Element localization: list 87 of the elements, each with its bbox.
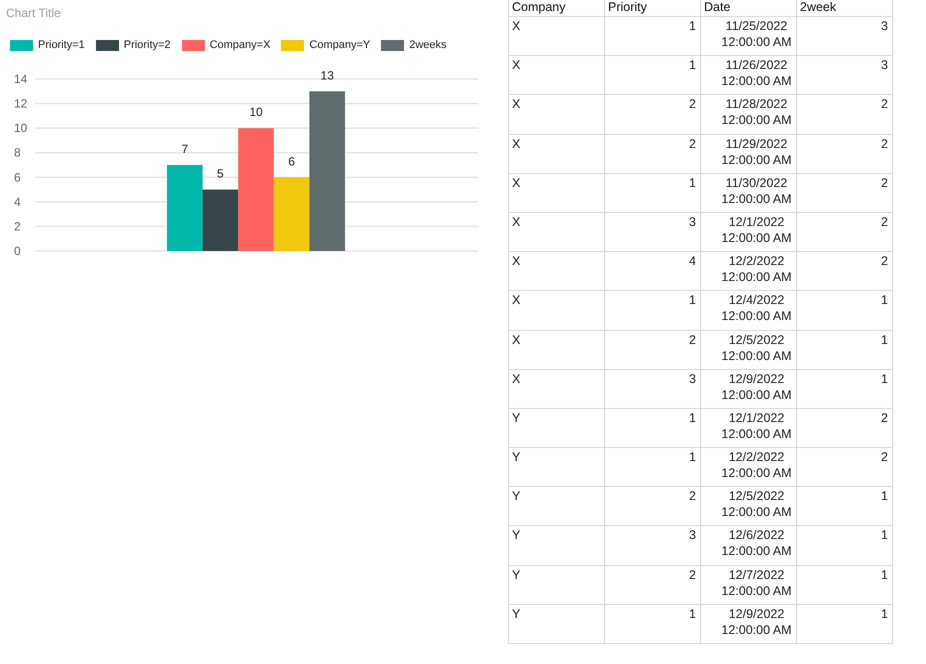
table-cell: X (509, 174, 605, 213)
table-cell: 12/1/2022 12:00:00 AM (701, 408, 797, 448)
table-cell: Y (509, 408, 605, 448)
table-cell: 3 (797, 56, 893, 96)
table-cell: 2 (797, 448, 893, 488)
table-cell: 2 (605, 566, 701, 605)
table-cell: 1 (605, 604, 701, 644)
column-header: Date (701, 0, 797, 17)
table-cell: X (509, 291, 605, 330)
table-cell: 11/25/2022 12:00:00 AM (701, 17, 797, 56)
table-cell: 2 (605, 330, 701, 370)
table-cell: 11/28/2022 12:00:00 AM (701, 95, 797, 135)
axis-tick-label: 4 (14, 194, 21, 209)
table-cell: 1 (797, 604, 893, 644)
table-cell: 1 (605, 17, 701, 56)
table-cell: 3 (605, 370, 701, 409)
legend-label: 2weeks (409, 39, 447, 51)
table-cell: Y (509, 566, 605, 605)
table-cell: 1 (605, 408, 701, 448)
table-cell: X (509, 17, 605, 56)
legend-label: Priority=2 (124, 39, 171, 51)
table-cell: X (509, 330, 605, 370)
table-cell: 2 (797, 252, 893, 292)
column-header: Priority (605, 0, 701, 17)
table-cell: 1 (797, 566, 893, 605)
data-label: 5 (217, 166, 224, 181)
table-cell: Y (509, 604, 605, 644)
axis-tick-label: 8 (14, 146, 21, 160)
table-cell: 1 (797, 291, 893, 330)
table-cell: 2 (797, 212, 893, 252)
table-cell: X (509, 134, 605, 174)
legend-label: Company=Y (309, 39, 370, 51)
table-cell: 1 (605, 56, 701, 96)
table-cell: X (509, 212, 605, 252)
table-cell: Y (509, 448, 605, 488)
table-cell: 12/5/2022 12:00:00 AM (701, 330, 797, 370)
column-header: 2week (797, 0, 893, 17)
table-cell: 1 (605, 291, 701, 330)
table-cell: 12/9/2022 12:00:00 AM (701, 604, 797, 644)
table-cell: 12/2/2022 12:00:00 AM (701, 448, 797, 488)
table-cell: 1 (797, 330, 893, 370)
table-cell: 1 (797, 487, 893, 526)
table-cell: 11/30/2022 12:00:00 AM (701, 174, 797, 213)
chart-title: Chart Title (5, 5, 62, 22)
axis-tick-label: 6 (14, 170, 21, 184)
table-cell: 11/29/2022 12:00:00 AM (701, 134, 797, 174)
table-cell: 1 (797, 370, 893, 409)
table-cell: 3 (605, 212, 701, 252)
data-label: 6 (288, 154, 295, 168)
axis-tick-label: 12 (14, 96, 28, 111)
legend-label: Company=X (210, 39, 270, 51)
table-cell: Y (509, 487, 605, 526)
table-cell: 1 (605, 448, 701, 488)
axis-tick-label: 14 (14, 72, 28, 86)
table-cell: 12/9/2022 12:00:00 AM (701, 370, 797, 409)
column-header: Company (509, 0, 605, 17)
table-cell: 2 (605, 95, 701, 135)
table-cell: X (509, 370, 605, 409)
table-cell: 1 (797, 526, 893, 566)
table-cell: X (509, 252, 605, 292)
table-cell: 2 (797, 134, 893, 174)
axis-tick-label: 0 (14, 244, 21, 258)
table-cell: 11/26/2022 12:00:00 AM (701, 56, 797, 96)
table-cell: X (509, 95, 605, 135)
data-label: 7 (181, 142, 188, 156)
axis-tick-label: 2 (14, 219, 21, 234)
table-cell: 2 (797, 95, 893, 135)
legend-label: Priority=1 (38, 39, 85, 51)
table-cell: 2 (797, 174, 893, 213)
table-cell: Y (509, 526, 605, 566)
table-cell: 12/1/2022 12:00:00 AM (701, 212, 797, 252)
axis-tick-label: 10 (14, 121, 28, 136)
data-label: 13 (320, 68, 334, 82)
data-label: 10 (249, 105, 263, 120)
table-cell: 1 (605, 174, 701, 213)
table-cell: 12/5/2022 12:00:00 AM (701, 487, 797, 526)
table-cell: X (509, 56, 605, 96)
table-cell: 2 (605, 134, 701, 174)
table-cell: 2 (605, 487, 701, 526)
table-cell: 12/2/2022 12:00:00 AM (701, 252, 797, 292)
table-cell: 3 (605, 526, 701, 566)
table-cell: 12/4/2022 12:00:00 AM (701, 291, 797, 330)
table-cell: 12/7/2022 12:00:00 AM (701, 566, 797, 605)
table-cell: 4 (605, 252, 701, 292)
table-cell: 2 (797, 408, 893, 448)
table-cell: 3 (797, 17, 893, 56)
table-cell: 12/6/2022 12:00:00 AM (701, 526, 797, 566)
